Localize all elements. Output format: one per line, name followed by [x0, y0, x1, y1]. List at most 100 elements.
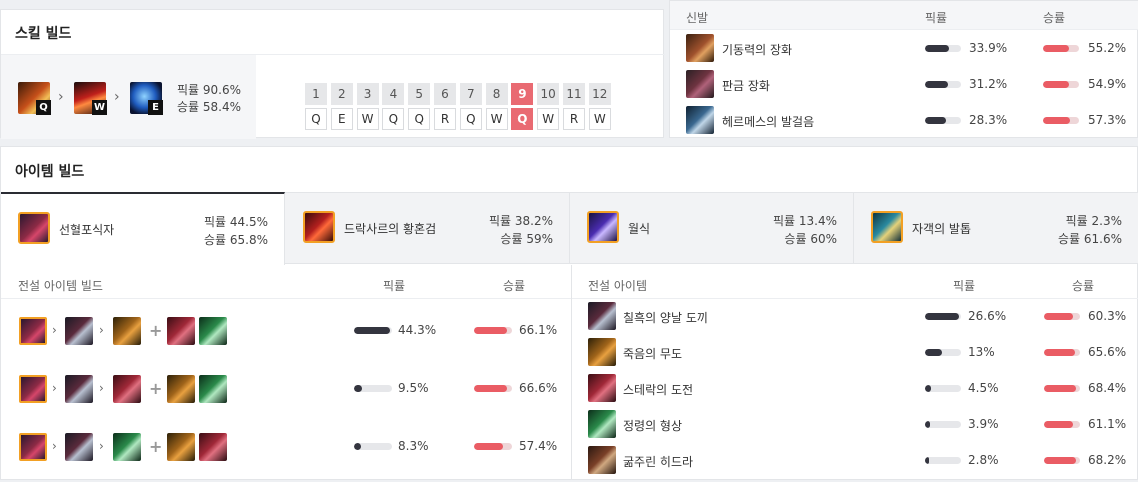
- tab-mythic-3[interactable]: 월식 픽률 13.4% 승률 60%: [570, 193, 854, 264]
- win-rate-fill: [1044, 313, 1073, 320]
- legendary-item-name: 굶주린 히드라: [623, 455, 694, 469]
- pick-rate-bar: [925, 457, 961, 464]
- pick-rate-bar: [925, 385, 961, 392]
- win-rate-fill: [1044, 349, 1075, 356]
- skill-w-icon: W: [74, 82, 107, 115]
- win-rate-bar: [1044, 385, 1080, 392]
- bloodthirster-icon: [19, 433, 47, 461]
- pick-rate-bar: [925, 81, 961, 88]
- skill-build-panel: 스킬 빌드 Q › W › E 픽률 90.6% 승률 58.4% 1Q2E3W…: [0, 9, 665, 139]
- skill-level-number: 1: [305, 83, 327, 105]
- pick-rate-value: 3.9%: [968, 417, 999, 431]
- pick-rate-value: 33.9%: [969, 41, 1008, 55]
- boots-name: 기동력의 장화: [722, 43, 793, 57]
- legendary-item-name: 스테락의 도전: [623, 383, 694, 397]
- pick-rate-bar: [925, 421, 961, 428]
- skill-level-number: 11: [563, 83, 585, 105]
- tab-mythic-2[interactable]: 드락사르의 황혼검 픽률 38.2% 승률 59%: [286, 193, 570, 264]
- boots-header: [670, 1, 1138, 30]
- pick-rate-fill: [925, 349, 942, 356]
- pick-rate-bar: [354, 327, 392, 334]
- skill-win-rate: 승률 58.4%: [177, 100, 242, 114]
- boots-icon: [686, 70, 714, 98]
- pick-rate-bar: [925, 117, 961, 124]
- win-rate-value: 57.4%: [519, 439, 558, 453]
- skill-level-key: Q: [459, 108, 482, 130]
- chevron-right-icon: ›: [52, 323, 57, 337]
- tab-name: 드락사르의 황혼검: [344, 222, 437, 236]
- assassin-claw-icon: [871, 211, 903, 243]
- win-rate-value: 55.2%: [1088, 41, 1127, 55]
- bloodthirster-icon: [18, 212, 50, 244]
- item-icon: [167, 375, 195, 403]
- divider: [1, 298, 571, 299]
- skill-level-number: 9: [511, 83, 534, 105]
- win-rate-value: 66.1%: [519, 323, 558, 337]
- skill-order-summary: Q › W › E 픽률 90.6% 승률 58.4%: [1, 55, 256, 139]
- skill-level-key: W: [356, 108, 379, 130]
- win-rate-fill: [474, 443, 504, 450]
- pick-rate-value: 4.5%: [968, 381, 999, 395]
- skill-build-title: 스킬 빌드: [15, 26, 72, 42]
- item-build-panel: 아이템 빌드 선혈포식자 픽률 44.5% 승률 65.8% 드락사르의 황혼검…: [0, 146, 1138, 480]
- chevron-right-icon: ›: [114, 89, 120, 105]
- boots-icon: [686, 34, 714, 62]
- pick-rate-fill: [925, 117, 946, 124]
- skill-w-key: W: [92, 100, 107, 115]
- skill-level-key: R: [563, 108, 585, 130]
- win-rate-fill: [1043, 117, 1070, 124]
- duskblade-icon: [303, 211, 335, 243]
- pick-rate-fill: [925, 457, 929, 464]
- win-rate-fill: [1043, 45, 1069, 52]
- win-rate-value: 60.3%: [1088, 309, 1127, 323]
- tab-mythic-4[interactable]: 자객의 발톱 픽률 2.3% 승률 61.6%: [854, 193, 1138, 264]
- win-rate-value: 65.6%: [1088, 345, 1127, 359]
- win-rate-value: 66.6%: [519, 381, 558, 395]
- divider: [572, 298, 1138, 299]
- skill-level-key: Q: [511, 108, 534, 130]
- win-rate-fill: [1044, 457, 1077, 464]
- item-icon: [199, 433, 227, 461]
- skill-level-number: 8: [485, 83, 508, 105]
- mythic-tabs: 선혈포식자 픽률 44.5% 승률 65.8% 드락사르의 황혼검 픽률 38.…: [1, 192, 1138, 265]
- boots-panel: 신발 픽률 승률 기동력의 장화 33.9% 55.2% 판금 장화 31.2% 54.9…: [669, 0, 1138, 138]
- skill-level-number: 7: [459, 83, 482, 105]
- pick-rate-fill: [354, 327, 391, 334]
- tab-pick: 픽률 13.4%: [772, 214, 837, 228]
- win-rate-fill: [474, 327, 507, 334]
- tab-win: 승률 60%: [784, 232, 837, 246]
- pick-rate-fill: [925, 421, 931, 428]
- skill-level-key: Q: [305, 108, 327, 130]
- bloodthirster-icon: [19, 317, 47, 345]
- win-rate-bar: [1043, 45, 1079, 52]
- skill-e-icon: E: [130, 82, 163, 115]
- legendary-item-icon: [588, 302, 616, 330]
- pick-rate-value: 44.3%: [398, 323, 437, 337]
- skill-q-key: Q: [36, 100, 51, 115]
- chevron-right-icon: ›: [99, 439, 104, 453]
- boots-name: 헤르메스의 발걸음: [722, 115, 815, 129]
- item-icon: [167, 317, 195, 345]
- pick-rate-value: 9.5%: [398, 381, 429, 395]
- legendary-item-name: 정령의 형상: [623, 419, 683, 433]
- pick-rate-value: 31.2%: [969, 77, 1008, 91]
- boots-header-win: 승률: [1043, 11, 1066, 25]
- skill-level-number: 4: [382, 83, 405, 105]
- tab-mythic-1[interactable]: 선혈포식자 픽률 44.5% 승률 65.8%: [1, 192, 285, 265]
- skill-level-number: 2: [330, 83, 353, 105]
- tab-win: 승률 61.6%: [1057, 232, 1122, 246]
- skill-level-key: W: [588, 108, 611, 130]
- boots-icon: [686, 106, 714, 134]
- chevron-right-icon: ›: [52, 381, 57, 395]
- item-icon: [199, 375, 227, 403]
- win-rate-bar: [1044, 421, 1080, 428]
- item-icon: [65, 317, 93, 345]
- boots-header-pick: 픽률: [925, 11, 948, 25]
- legendary-item-icon: [588, 410, 616, 438]
- pick-rate-fill: [925, 45, 950, 52]
- tab-name: 자객의 발톱: [912, 222, 972, 236]
- chevron-right-icon: ›: [52, 439, 57, 453]
- skill-level-number: 6: [434, 83, 456, 105]
- win-rate-bar: [474, 327, 512, 334]
- win-rate-fill: [1043, 81, 1069, 88]
